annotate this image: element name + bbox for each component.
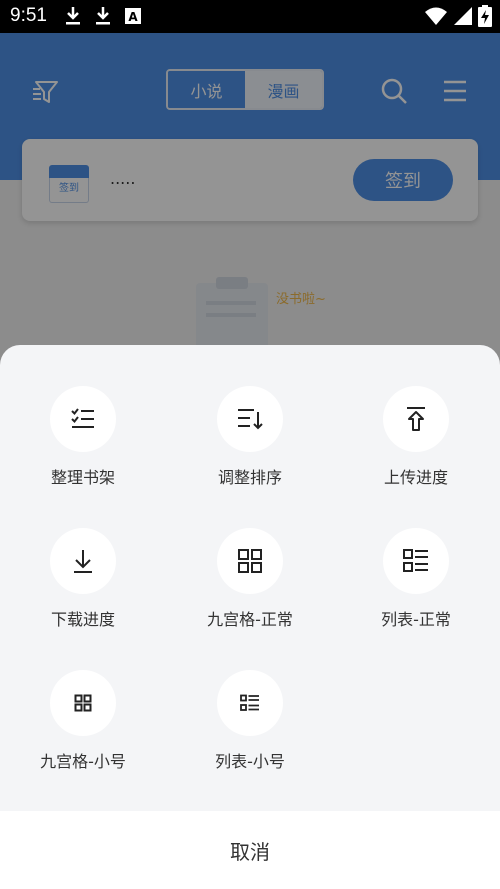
action-label: 下载进度 <box>50 610 115 629</box>
action-label: 九宫格-正常 <box>207 610 293 629</box>
action-circle <box>383 528 449 594</box>
status-bar: 9:51 A <box>0 0 500 33</box>
upload-icon <box>407 407 425 431</box>
checklist-icon <box>71 408 94 428</box>
action-label: 上传进度 <box>383 468 448 487</box>
action-grid-normal[interactable]: 九宫格-正常 <box>170 528 330 630</box>
action-circle <box>217 386 283 452</box>
action-circle <box>383 386 449 452</box>
sort-icon <box>238 409 263 430</box>
action-label: 整理书架 <box>50 468 115 487</box>
download-icon <box>66 7 80 25</box>
a-box-icon: A <box>125 8 141 24</box>
signal-icon <box>454 7 472 25</box>
action-label: 列表-小号 <box>215 752 285 771</box>
list-icon <box>403 549 428 572</box>
wifi-icon <box>425 7 447 25</box>
action-upload-progress[interactable]: 上传进度 <box>336 386 496 488</box>
grid-small-icon <box>74 694 92 712</box>
bottom-sheet: 整理书架 调整排序 上传进度 下载进度 九宫格-正常 列表-正常 九宫格-小号 … <box>0 345 500 889</box>
status-time: 9:51 <box>10 5 47 26</box>
action-list-small[interactable]: 列表-小号 <box>170 670 330 772</box>
list-small-icon <box>240 694 259 711</box>
action-download-progress[interactable]: 下载进度 <box>3 528 163 630</box>
action-grid-small[interactable]: 九宫格-小号 <box>3 670 163 772</box>
action-label: 调整排序 <box>217 468 282 487</box>
action-label: 列表-正常 <box>381 610 451 629</box>
download-arrow-icon <box>74 550 92 573</box>
battery-charging-icon <box>478 5 492 27</box>
action-circle <box>50 670 116 736</box>
action-adjust-sort[interactable]: 调整排序 <box>170 386 330 488</box>
action-organize-shelf[interactable]: 整理书架 <box>3 386 163 488</box>
action-label: 九宫格-小号 <box>40 752 126 771</box>
download-icon <box>96 7 110 25</box>
action-circle <box>217 670 283 736</box>
action-circle <box>50 528 116 594</box>
svg-text:A: A <box>128 10 138 24</box>
grid-icon <box>238 549 262 573</box>
action-list-normal[interactable]: 列表-正常 <box>336 528 496 630</box>
cancel-button[interactable]: 取消 <box>0 811 500 889</box>
action-circle <box>50 386 116 452</box>
action-circle <box>217 528 283 594</box>
